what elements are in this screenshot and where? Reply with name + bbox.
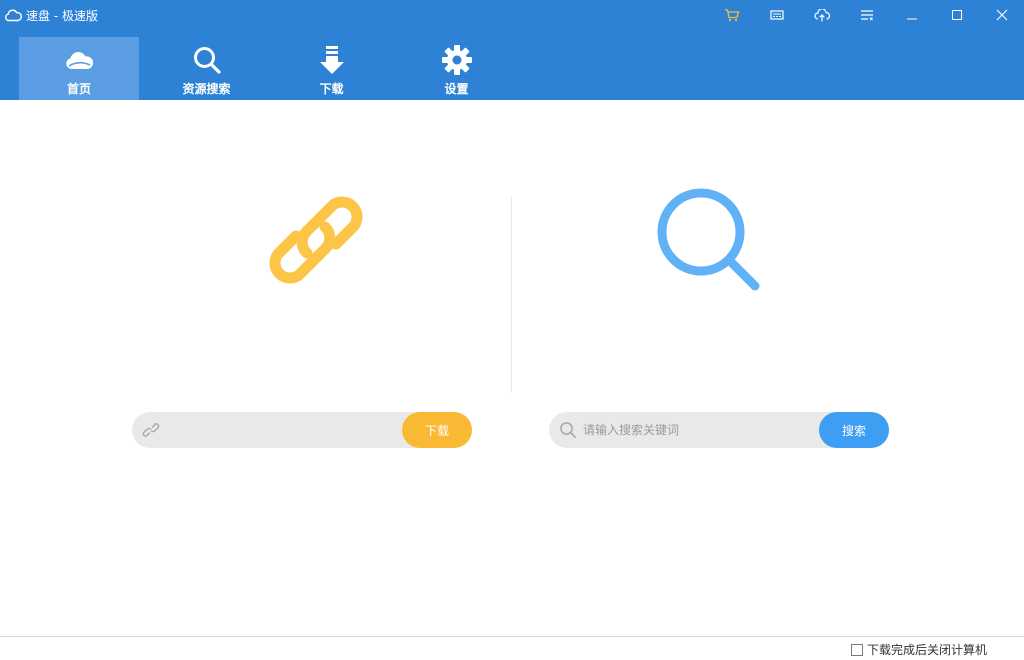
link-download-bar: 下载 [132, 412, 472, 448]
tab-home[interactable]: 首页 [19, 37, 139, 100]
main-nav: 首页 资源搜索 下载 设置 [19, 37, 519, 100]
checkbox-label: 下载完成后关闭计算机 [867, 643, 988, 657]
shutdown-after-download-checkbox[interactable]: 下载完成后关闭计算机 [851, 641, 987, 658]
search-icon [193, 47, 221, 74]
upload-button[interactable] [799, 0, 844, 30]
tab-settings[interactable]: 设置 [394, 37, 519, 100]
footer-separator [0, 636, 1024, 637]
minimize-icon [906, 18, 917, 20]
cart-icon [724, 9, 739, 22]
tab-resource-search[interactable]: 资源搜索 [144, 37, 269, 100]
checkbox-box[interactable] [851, 643, 863, 656]
tab-settings-label: 设置 [444, 82, 469, 96]
close-icon [996, 9, 1007, 21]
menu-icon [860, 10, 873, 21]
app-title: 速盘 - 极速版 [4, 6, 98, 24]
tray-icon [769, 10, 784, 20]
title-bar: 速盘 - 极速版 [0, 0, 1024, 30]
upload-cloud-icon [813, 8, 830, 21]
app-cloud-icon [5, 9, 22, 22]
download-arrow-icon [319, 46, 344, 74]
window-controls [709, 0, 1024, 30]
maximize-icon [951, 10, 962, 20]
tab-download-label: 下载 [319, 82, 344, 96]
app-header: 速盘 - 极速版 首页 资源搜索 下载 设置 [0, 0, 1024, 100]
link-input[interactable] [166, 419, 398, 441]
cloud-icon [66, 51, 94, 69]
tab-resource-search-label: 资源搜索 [182, 82, 231, 96]
tab-download[interactable]: 下载 [269, 37, 394, 100]
cart-button[interactable] [709, 0, 754, 30]
close-button[interactable] [979, 0, 1024, 30]
search-button[interactable]: 搜索 [819, 412, 889, 448]
search-field-icon [560, 422, 576, 438]
search-bar: 搜索 [549, 412, 889, 448]
paperclip-link-icon [269, 196, 363, 284]
section-divider [511, 197, 512, 393]
tab-home-label: 首页 [66, 82, 91, 96]
magnifier-icon [657, 188, 760, 291]
download-button[interactable]: 下载 [402, 412, 472, 448]
tray-button[interactable] [754, 0, 799, 30]
app-title-text: 速盘 - 极速版 [26, 8, 98, 23]
link-icon [142, 423, 160, 437]
minimize-button[interactable] [889, 0, 934, 30]
search-input[interactable] [583, 419, 815, 441]
menu-button[interactable] [844, 0, 889, 30]
gear-icon [441, 45, 472, 75]
maximize-button[interactable] [934, 0, 979, 30]
